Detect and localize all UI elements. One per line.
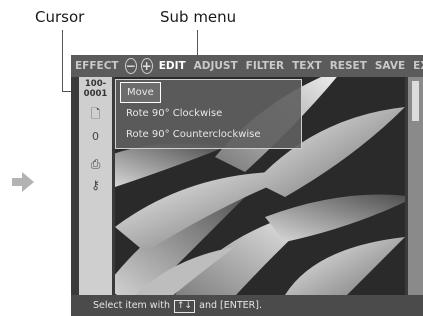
menu-adjust[interactable]: ADJUST [190,55,242,77]
menu-filter[interactable]: FILTER [242,55,288,77]
zoom-in-icon[interactable]: + [140,58,153,74]
up-down-keys-icon: ↑↓ [174,300,196,313]
zoom-out-icon[interactable]: − [124,58,137,74]
menu-bar: EFFECT − + EDIT ADJUST FILTER TEXT RESET… [71,55,423,77]
menu-save[interactable]: SAVE [371,55,409,77]
menu-edit[interactable]: EDIT [155,55,190,77]
menu-exit[interactable]: EXIT [409,55,423,77]
submenu-annotation: Sub menu [160,8,237,26]
sub-menu: Move Rote 90° Clockwise Rote 90° Counter… [115,79,302,149]
submenu-item-rotate-counterclockwise[interactable]: Rote 90° Counterclockwise [120,125,267,144]
status-prefix: Select item with [93,300,170,311]
file-number: 0001 [83,89,108,99]
viewer-screen: EFFECT − + EDIT ADJUST FILTER TEXT RESET… [71,55,423,316]
print-icon: ⎙ [90,157,101,171]
menu-text[interactable]: TEXT [288,55,326,77]
file-icon: 🗋 [90,107,101,121]
menu-effect[interactable]: EFFECT [71,55,123,77]
scrollbar[interactable] [408,77,423,295]
right-arrow-icon [12,172,34,192]
status-bar: Select item with ↑↓ and [ENTER]. [71,295,423,316]
status-suffix: and [ENTER]. [199,300,262,311]
file-count: 0 [92,130,99,143]
menu-reset[interactable]: RESET [326,55,371,77]
cursor-leader-line [62,30,63,92]
submenu-item-move[interactable]: Move [120,82,161,103]
folder-number: 100- [84,79,107,89]
protect-key-icon: ⚷ [91,178,100,192]
scrollbar-thumb[interactable] [412,81,419,121]
info-sidebar: 100- 0001 🗋 0 ⎙ ⚷ [79,77,112,295]
folder-counter: 100- 0001 [79,79,112,99]
submenu-item-rotate-clockwise[interactable]: Rote 90° Clockwise [120,104,228,123]
cursor-annotation: Cursor [35,8,85,26]
